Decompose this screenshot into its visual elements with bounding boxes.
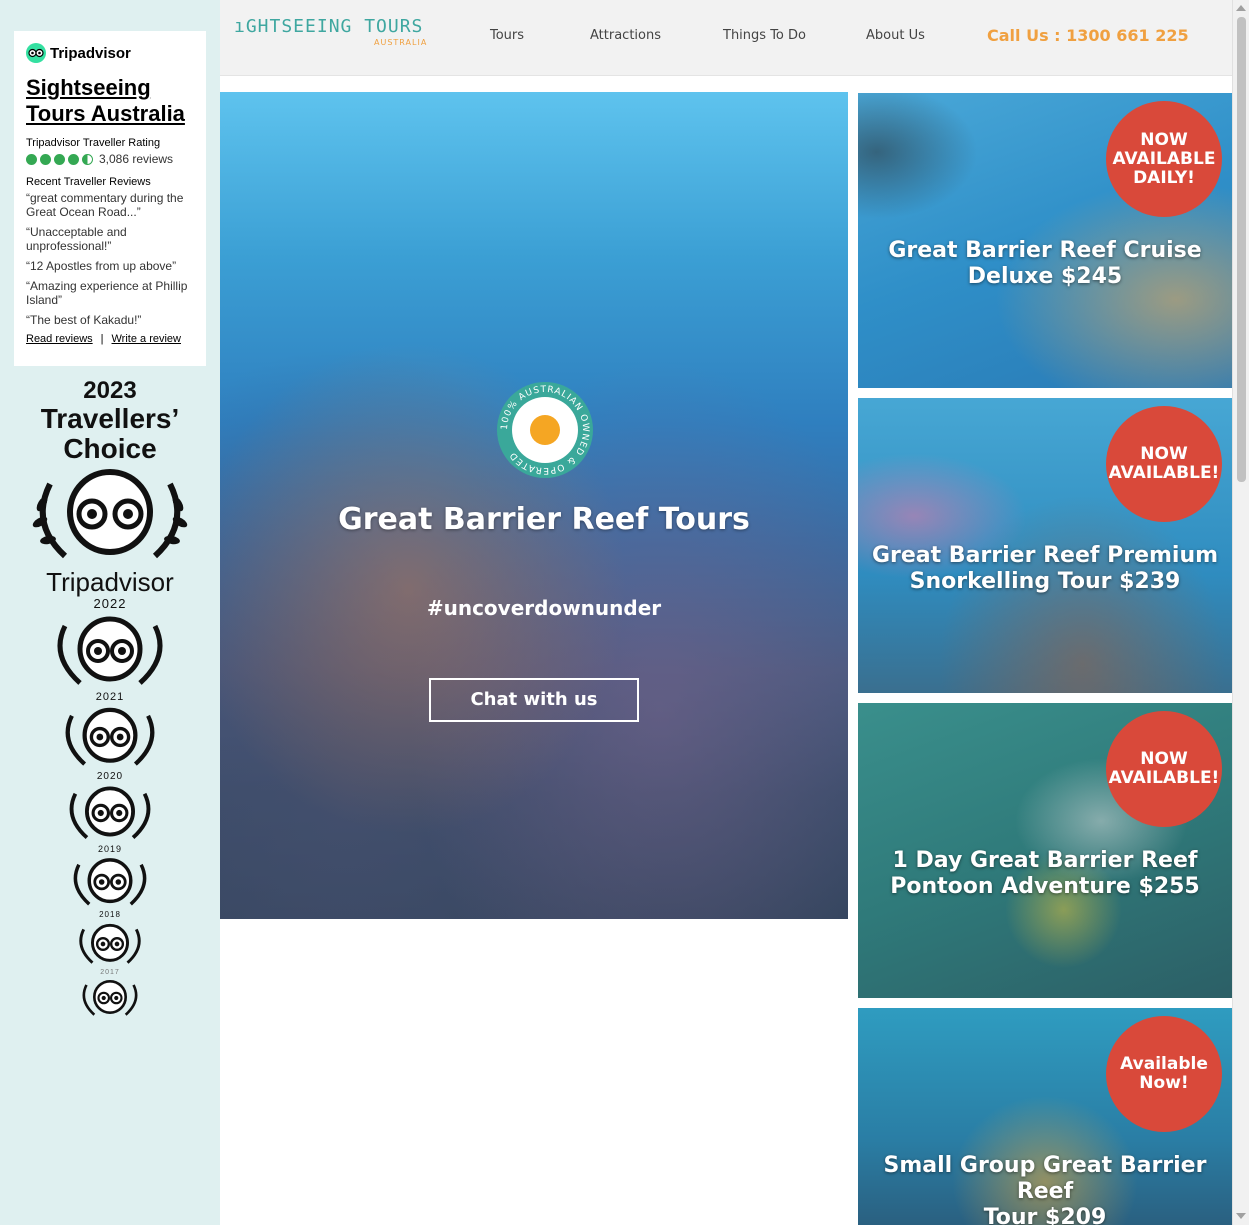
card-title-line: Tour $209 (983, 1205, 1107, 1225)
hero-banner: 100% AUSTRALIAN OWNED & OPERATED Great B… (220, 92, 848, 919)
scrollbar-thumb[interactable] (1237, 17, 1246, 482)
link-divider: | (100, 333, 104, 345)
logo-subtext: AUSTRALIA (374, 38, 428, 47)
call-us-phone[interactable]: Call Us : 1300 661 225 (987, 26, 1189, 45)
tour-card-small-group[interactable]: Available Now! Small Group Great Barrier … (858, 1008, 1232, 1225)
chat-with-us-button[interactable]: Chat with us (429, 678, 639, 722)
hero-title: Great Barrier Reef Tours (338, 502, 750, 537)
rating-half-bubble-icon (82, 153, 93, 165)
badge-ring: 100% AUSTRALIAN OWNED & OPERATED (500, 385, 590, 475)
availability-badge: Available Now! (1106, 1016, 1222, 1132)
nav-tours[interactable]: Tours (490, 28, 524, 43)
badge-line: NOW (1140, 749, 1188, 769)
review-snippet[interactable]: “12 Apostles from up above” (26, 259, 194, 273)
rating-bubble-icon (54, 153, 65, 165)
award-laurel-icon (79, 923, 141, 964)
write-review-link[interactable]: Write a review (112, 333, 181, 345)
review-count[interactable]: 3,086 reviews (99, 152, 173, 166)
site-logo[interactable]: ıGHTSEEING TOURS AUSTRALIA (234, 16, 426, 47)
award-laurel-icon (57, 616, 163, 685)
page-scrollbar[interactable] (1232, 0, 1249, 1225)
award-laurel-icon (82, 979, 138, 1016)
site-header: ıGHTSEEING TOURS AUSTRALIA Tours Attract… (220, 0, 1232, 76)
scroll-down-icon[interactable] (1236, 1213, 1246, 1219)
tripadvisor-widget: Tripadvisor Sightseeing Tours Australia … (14, 31, 206, 366)
card-title-line: Small Group Great Barrier Reef (883, 1153, 1207, 1204)
awards-column: 2023 Travellers’ Choice Tripadvisor 2022 (0, 378, 220, 1020)
tripadvisor-brand[interactable]: Tripadvisor (26, 43, 194, 63)
card-title: Great Barrier Reef Premium Snorkelling T… (858, 543, 1232, 595)
badge-line: Available (1120, 1054, 1208, 1074)
recent-reviews-label: Recent Traveller Reviews (26, 176, 151, 188)
award-year: 2019 (97, 844, 123, 854)
rating-label: Tripadvisor Traveller Rating (26, 137, 161, 149)
badge-line: AVAILABLE (1112, 148, 1216, 169)
card-title-line: Snorkelling Tour $239 (909, 569, 1181, 594)
review-snippet[interactable]: “great commentary during the Great Ocean… (26, 191, 194, 219)
badge-line: Now! (1139, 1073, 1189, 1093)
hero-hashtag: #uncoverdownunder (426, 596, 662, 620)
rating-row: 3,086 reviews (26, 152, 194, 166)
award-laurel-icon (65, 707, 155, 766)
badge-line: NOW (1140, 444, 1188, 464)
australian-owned-badge: 100% AUSTRALIAN OWNED & OPERATED (497, 382, 593, 478)
tour-card-pontoon-adventure[interactable]: NOW AVAILABLE! 1 Day Great Barrier Reef P… (858, 703, 1232, 998)
review-links: Read reviews | Write a review (26, 333, 194, 345)
travellers-choice-laurel-icon (32, 469, 188, 559)
availability-badge: NOW AVAILABLE! (1106, 711, 1222, 827)
award-title-line1: Travellers’ (40, 403, 180, 434)
availability-badge: NOW AVAILABLE! (1106, 406, 1222, 522)
logo-text: ıGHTSEEING TOURS (234, 16, 424, 37)
card-title-line: Deluxe $245 (967, 264, 1123, 289)
review-snippet[interactable]: “Amazing experience at Phillip Island” (26, 279, 194, 307)
tour-card-premium-snorkelling[interactable]: NOW AVAILABLE! Great Barrier Reef Premium… (858, 398, 1232, 693)
nav-about-us[interactable]: About Us (866, 28, 925, 43)
card-title: 1 Day Great Barrier Reef Pontoon Adventu… (858, 848, 1232, 900)
availability-badge: NOW AVAILABLE DAILY! (1106, 101, 1222, 217)
rating-bubble-icon (26, 153, 37, 165)
badge-line: AVAILABLE! (1108, 768, 1220, 788)
award-year: 2023 (83, 377, 137, 404)
card-title-line: 1 Day Great Barrier Reef (892, 848, 1198, 873)
scroll-up-icon[interactable] (1236, 5, 1246, 11)
award-year: 2018 (99, 910, 121, 919)
award-laurel-icon (69, 786, 151, 840)
business-name-link[interactable]: Sightseeing Tours Australia (26, 75, 194, 127)
card-title-line: Great Barrier Reef Premium (871, 543, 1219, 568)
rating-bubble-icon (40, 153, 51, 165)
card-title: Small Group Great Barrier Reef Tour $209 (858, 1153, 1232, 1225)
badge-line: AVAILABLE! (1108, 463, 1220, 483)
tripadvisor-owl-icon (26, 43, 46, 63)
tripadvisor-brand-label: Tripadvisor (50, 44, 131, 62)
nav-attractions[interactable]: Attractions (590, 28, 661, 43)
award-laurel-icon (73, 858, 147, 906)
card-title: Great Barrier Reef Cruise Deluxe $245 (858, 238, 1232, 290)
read-reviews-link[interactable]: Read reviews (26, 333, 93, 345)
badge-text: 100% AUSTRALIAN OWNED & OPERATED (500, 385, 589, 475)
card-title-line: Great Barrier Reef Cruise (888, 238, 1202, 263)
award-year: 2017 (100, 969, 120, 976)
card-title-line: Pontoon Adventure $255 (890, 874, 1200, 899)
tour-card-cruise-deluxe[interactable]: NOW AVAILABLE DAILY! Great Barrier Reef Cr… (858, 93, 1232, 388)
review-snippet[interactable]: “The best of Kakadu!” (26, 313, 194, 327)
sidebar: Tripadvisor Sightseeing Tours Australia … (0, 0, 220, 1225)
rating-bubble-icon (68, 153, 79, 165)
award-year: 2021 (95, 691, 125, 703)
badge-line: DAILY! (1133, 167, 1195, 188)
badge-line: NOW (1140, 129, 1188, 150)
award-year: 2020 (96, 771, 124, 782)
award-brand: Tripadvisor (46, 567, 174, 597)
svg-text:100% AUSTRALIAN OWNED & OPERAT: 100% AUSTRALIAN OWNED & OPERATED (500, 385, 590, 475)
award-year: 2022 (93, 596, 127, 611)
review-snippet[interactable]: “Unacceptable and unprofessional!” (26, 225, 194, 253)
award-title-line2: Choice (63, 433, 157, 464)
nav-things-to-do[interactable]: Things To Do (723, 28, 806, 43)
